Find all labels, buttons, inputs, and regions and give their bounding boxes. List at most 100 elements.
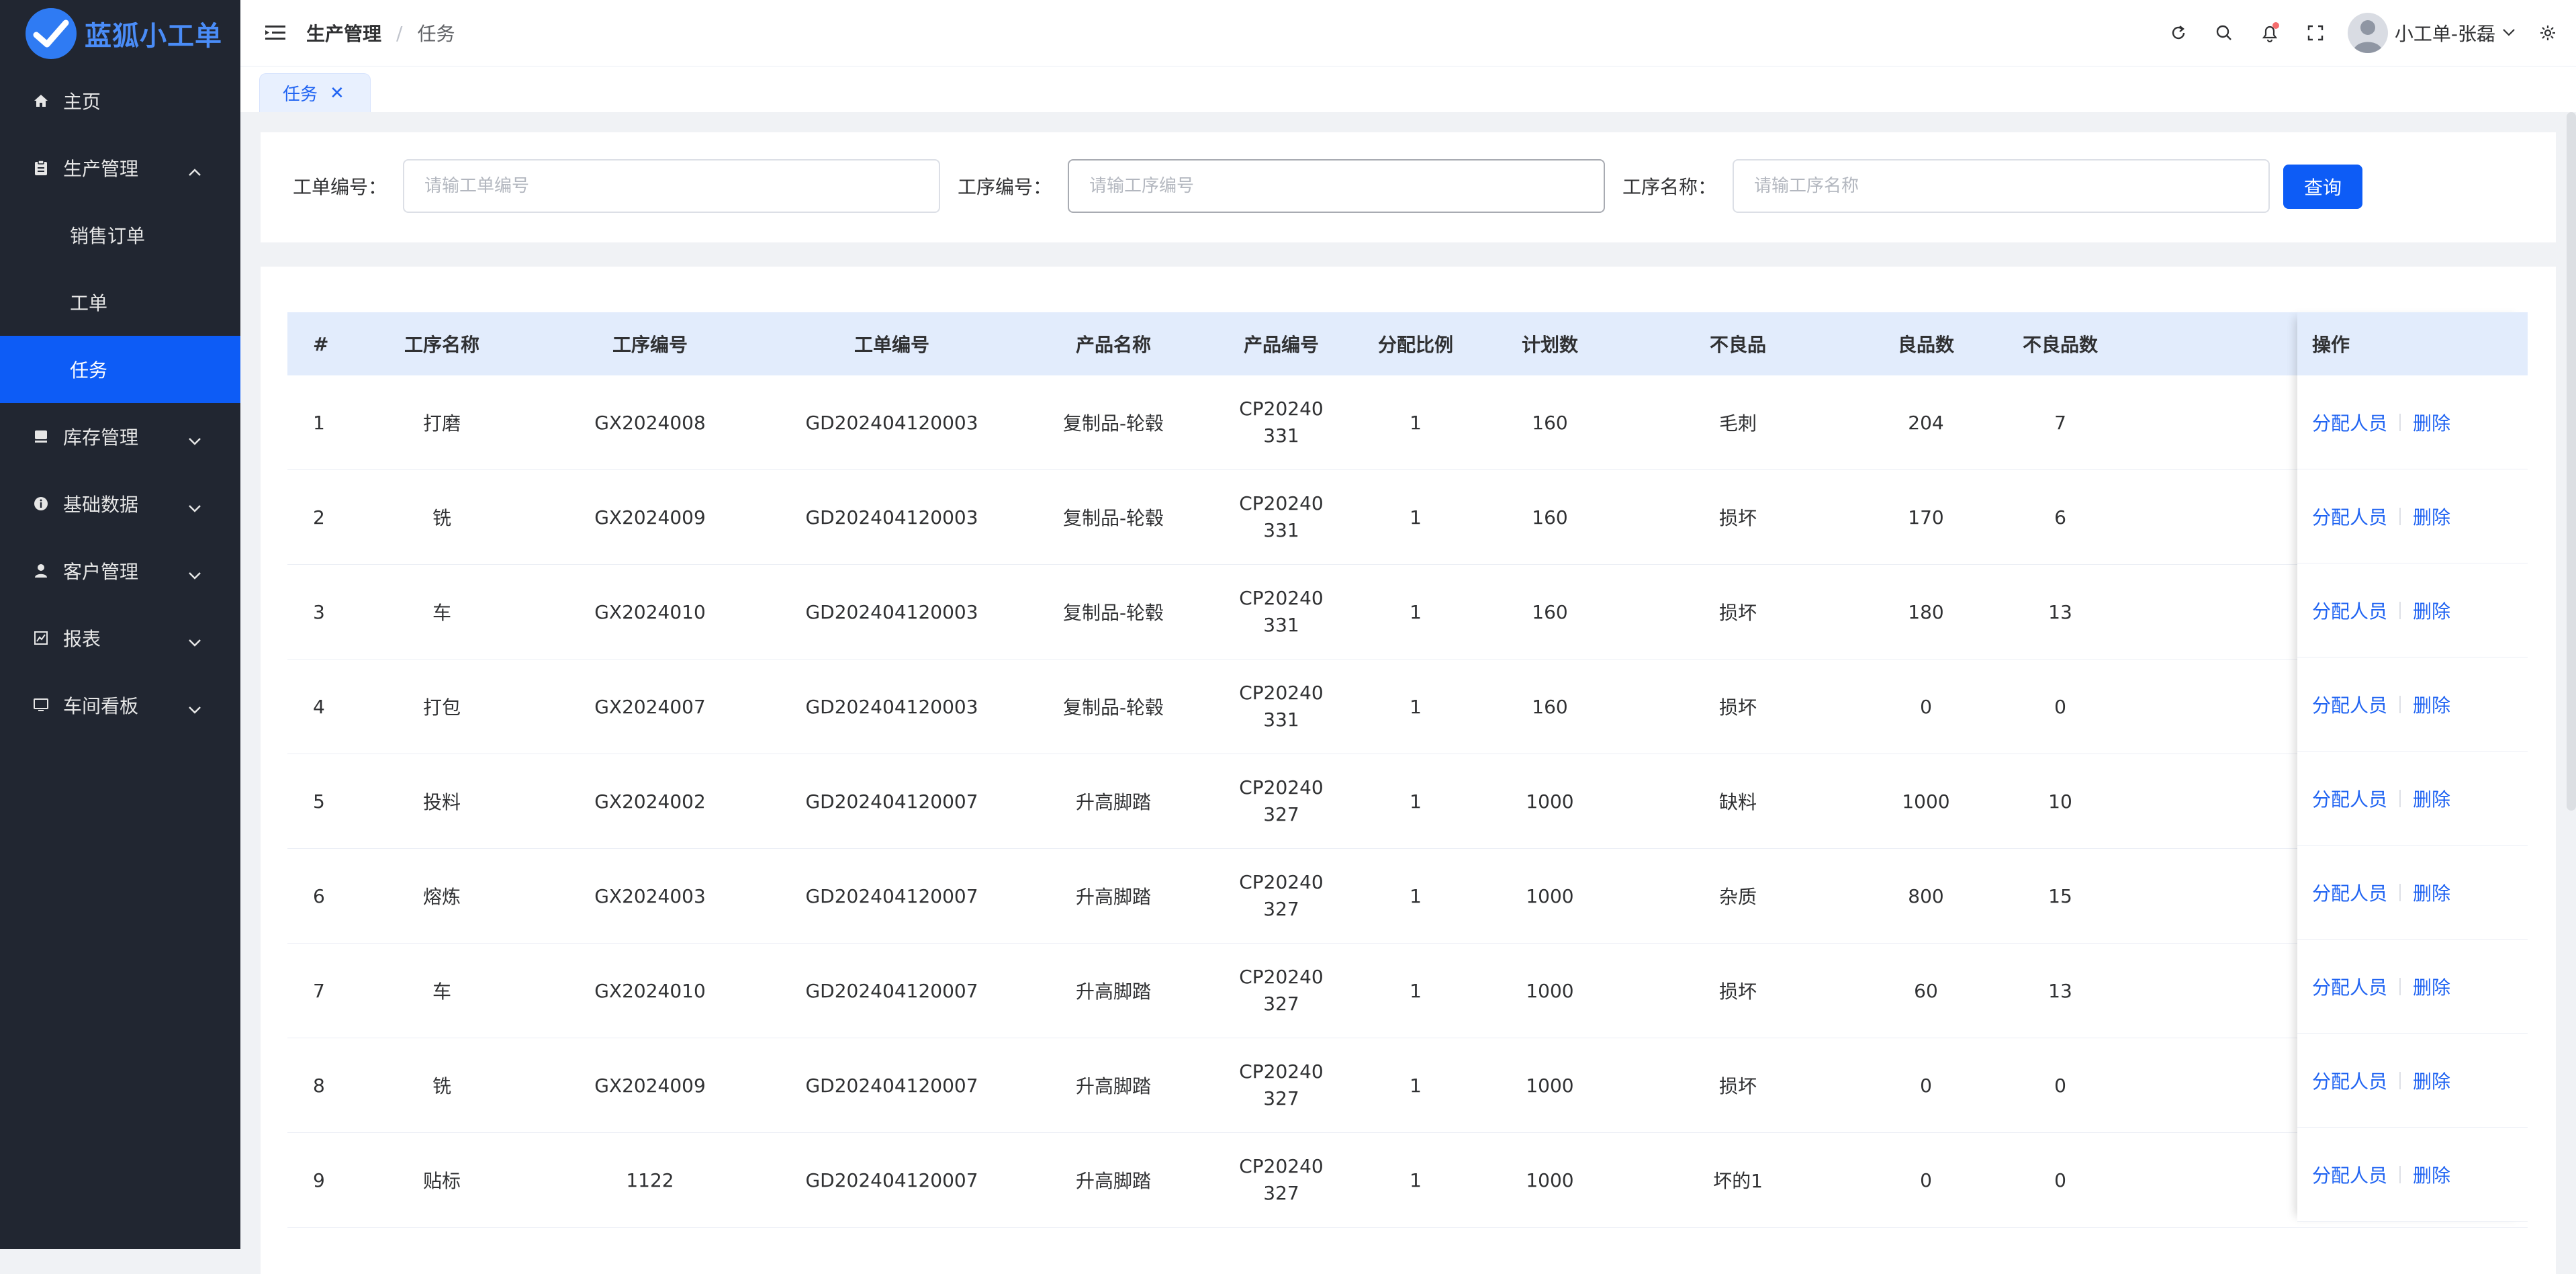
col-work-order-no: 工单编号: [771, 312, 1013, 375]
cell-product-name: 复制品-轮毂: [1013, 469, 1214, 565]
tab-task[interactable]: 任务 ✕: [259, 73, 371, 112]
process-name-input[interactable]: [1733, 159, 2270, 213]
cell-process-no: GX2024009: [529, 469, 771, 565]
sidebar-item-reports[interactable]: 报表: [0, 604, 240, 672]
col-planned-qty: 计划数: [1483, 312, 1617, 375]
cell-product-no: CP20240327: [1214, 1132, 1348, 1228]
cell-product-name: 复制品-轮毂: [1013, 564, 1214, 659]
cell-process-no: GX2024008: [529, 375, 771, 470]
chevron-up-icon: [188, 160, 201, 182]
sidebar-item-label: 基础数据: [63, 494, 139, 516]
delete-link[interactable]: 删除: [2413, 973, 2450, 1000]
header-actions: 小工单-张磊: [2146, 0, 2561, 66]
divider: [2399, 695, 2401, 713]
assign-staff-link[interactable]: 分配人员: [2312, 691, 2387, 718]
menu-toggle-icon[interactable]: [262, 19, 289, 46]
cell-product-name: 复制品-轮毂: [1013, 375, 1214, 470]
cell-ratio: 1: [1348, 1132, 1483, 1228]
delete-link[interactable]: 删除: [2413, 1161, 2450, 1188]
cell-product-no: CP20240327: [1214, 754, 1348, 849]
chart-icon: [32, 629, 50, 647]
chevron-down-icon: [188, 428, 201, 451]
sidebar-item-customers[interactable]: 客户管理: [0, 537, 240, 604]
cell-product-no: CP20240331: [1214, 564, 1348, 659]
col-process-no: 工序编号: [529, 312, 771, 375]
fullscreen-icon[interactable]: [2302, 19, 2329, 46]
query-button[interactable]: 查询: [2283, 165, 2362, 209]
work-order-no-input[interactable]: [403, 159, 940, 213]
assign-staff-link[interactable]: 分配人员: [2312, 1067, 2387, 1094]
cell-good-qty: 204: [1859, 375, 1993, 470]
cell-col-index: 4: [287, 659, 355, 754]
col-ratio: 分配比例: [1348, 312, 1483, 375]
assign-staff-link[interactable]: 分配人员: [2312, 879, 2387, 906]
cell-product-name: 升高脚踏: [1013, 754, 1214, 849]
cell-ratio: 1: [1348, 943, 1483, 1038]
cell-ratio: 1: [1348, 754, 1483, 849]
assign-staff-link[interactable]: 分配人员: [2312, 597, 2387, 624]
process-no-input[interactable]: [1068, 159, 1605, 213]
operations-cell: 分配人员 删除: [2297, 940, 2528, 1034]
home-icon: [32, 92, 50, 109]
delete-link[interactable]: 删除: [2413, 785, 2450, 812]
sidebar-item-home[interactable]: 主页: [0, 67, 240, 134]
assign-staff-link[interactable]: 分配人员: [2312, 503, 2387, 530]
assign-staff-link[interactable]: 分配人员: [2312, 1161, 2387, 1188]
sidebar-item-label: 客户管理: [63, 561, 139, 583]
cell-planned-qty: 1000: [1483, 943, 1617, 1038]
delete-link[interactable]: 删除: [2413, 503, 2450, 530]
cell-planned-qty: 1000: [1483, 1038, 1617, 1133]
refresh-icon[interactable]: [2165, 19, 2192, 46]
sidebar-item-sales-order[interactable]: 销售订单: [0, 201, 240, 269]
cell-product-name: 升高脚踏: [1013, 943, 1214, 1038]
bell-icon[interactable]: [2256, 19, 2283, 46]
breadcrumb-item[interactable]: 生产管理: [306, 19, 381, 46]
delete-link[interactable]: 删除: [2413, 597, 2450, 624]
page-scrollbar[interactable]: [2567, 112, 2576, 811]
sidebar-item-task[interactable]: 任务: [0, 336, 240, 403]
close-icon[interactable]: ✕: [330, 83, 344, 103]
divider: [2399, 413, 2401, 431]
delete-link[interactable]: 删除: [2413, 691, 2450, 718]
assign-staff-link[interactable]: 分配人员: [2312, 785, 2387, 812]
user-name[interactable]: 小工单-张磊: [2395, 19, 2495, 46]
table-body: 1 打磨 GX2024008 GD202404120003 复制品-轮毂 CP202403…: [287, 375, 2528, 1228]
cell-process-no: GX2024003: [529, 848, 771, 944]
chevron-down-icon[interactable]: [2502, 27, 2516, 40]
sidebar-item-work-order[interactable]: 工单: [0, 269, 240, 336]
process-no-label: 工序编号：: [958, 176, 1052, 198]
cell-defect-type: 杂质: [1617, 848, 1859, 944]
gear-icon[interactable]: [2534, 19, 2561, 46]
breadcrumb-separator: /: [396, 21, 403, 44]
cell-defect-qty: 0: [1993, 659, 2127, 754]
assign-staff-link[interactable]: 分配人员: [2312, 409, 2387, 436]
cell-col-index: 3: [287, 564, 355, 659]
cell-ratio: 1: [1348, 659, 1483, 754]
app-logo[interactable]: 蓝狐小工单: [0, 0, 240, 67]
cell-process-no: GX2024007: [529, 659, 771, 754]
cell-good-qty: 60: [1859, 943, 1993, 1038]
search-icon[interactable]: [2211, 19, 2238, 46]
sidebar-menu: 主页 生产管理 销售订单 工单 任务 库存管理 基础数据 客户管理 报表 车间看…: [0, 67, 240, 739]
cell-planned-qty: 1000: [1483, 754, 1617, 849]
sidebar-item-inventory[interactable]: 库存管理: [0, 403, 240, 470]
delete-link[interactable]: 删除: [2413, 1067, 2450, 1094]
cell-col-index: 5: [287, 754, 355, 849]
breadcrumb-item-current: 任务: [417, 23, 455, 45]
cell-ratio: 1: [1348, 564, 1483, 659]
delete-link[interactable]: 删除: [2413, 409, 2450, 436]
divider: [2399, 789, 2401, 807]
sidebar-item-workshop-board[interactable]: 车间看板: [0, 672, 240, 739]
cell-work-order-no: GD202404120003: [771, 469, 1013, 565]
assign-staff-link[interactable]: 分配人员: [2312, 973, 2387, 1000]
operations-cell: 分配人员 删除: [2297, 469, 2528, 563]
delete-link[interactable]: 删除: [2413, 879, 2450, 906]
cell-product-no: CP20240327: [1214, 943, 1348, 1038]
sidebar-item-production[interactable]: 生产管理: [0, 134, 240, 201]
cell-planned-qty: 160: [1483, 659, 1617, 754]
avatar[interactable]: [2347, 13, 2388, 53]
sidebar-item-basic-data[interactable]: 基础数据: [0, 470, 240, 537]
cell-work-order-no: GD202404120003: [771, 659, 1013, 754]
cell-defect-type: 损坏: [1617, 943, 1859, 1038]
divider: [2399, 883, 2401, 901]
